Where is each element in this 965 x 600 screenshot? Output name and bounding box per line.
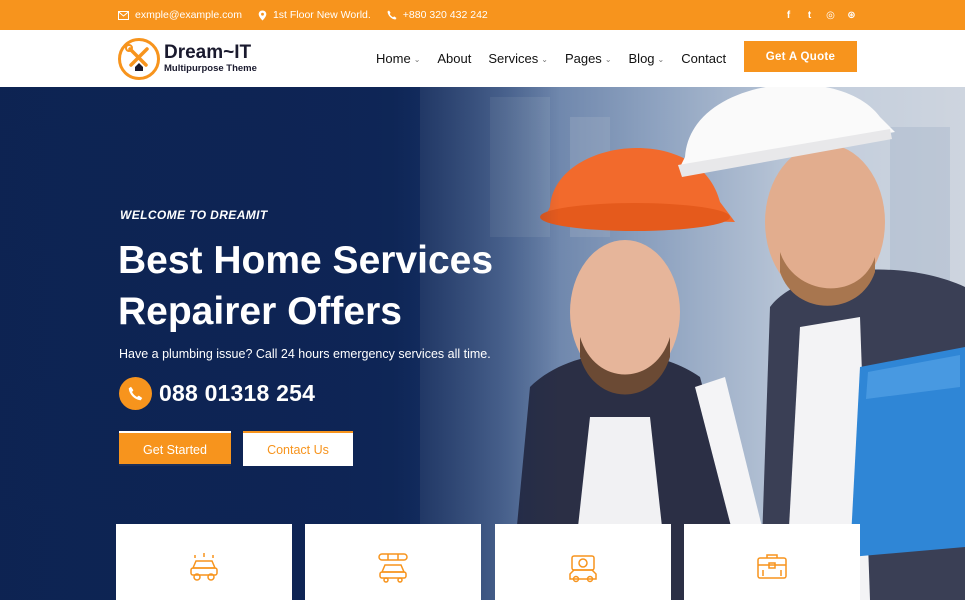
phone-text: +880 320 432 242 — [402, 9, 488, 21]
phone-icon — [387, 10, 397, 20]
service-card[interactable] — [495, 524, 671, 600]
chevron-down-icon: ⌄ — [413, 55, 421, 64]
car-wash-icon — [190, 553, 218, 581]
hero-title: Best Home Services Repairer Offers — [118, 235, 578, 337]
logo-name: Dream~IT — [164, 42, 252, 63]
hero-welcome: WELCOME TO DREAMIT — [120, 208, 268, 222]
instagram-icon[interactable]: ◎ — [825, 10, 836, 21]
tools-house-icon — [125, 44, 149, 71]
nav-item-services[interactable]: Services ⌄ — [488, 51, 548, 66]
nav-item-home[interactable]: Home ⌄ — [376, 51, 420, 66]
service-card[interactable] — [305, 524, 481, 600]
logo-tagline: Multipurpose Theme — [164, 63, 257, 74]
get-started-button[interactable]: Get Started — [119, 431, 231, 466]
chevron-down-icon: ⌄ — [541, 55, 548, 64]
nav-label: About — [437, 51, 472, 66]
nav-item-pages[interactable]: Pages ⌄ — [565, 51, 612, 66]
phone-icon — [119, 377, 152, 410]
nav-item-contact[interactable]: Contact — [681, 51, 726, 66]
dribbble-icon[interactable]: ⊛ — [846, 10, 857, 21]
chevron-down-icon: ⌄ — [657, 55, 665, 64]
car-repair-icon — [378, 553, 408, 583]
hero-subtitle: Have a plumbing issue? Call 24 hours eme… — [119, 347, 491, 361]
service-card[interactable] — [116, 524, 292, 600]
envelope-icon — [118, 10, 129, 20]
engine-service-icon — [569, 555, 597, 583]
main-nav: Home ⌄ About Services ⌄ Pages ⌄ Blog ⌄ Conta… — [376, 30, 743, 87]
email-item[interactable]: exmple@example.com — [118, 9, 242, 21]
facebook-icon[interactable]: f — [783, 10, 794, 21]
nav-item-about[interactable]: About — [437, 51, 471, 66]
nav-label: Pages — [564, 51, 602, 66]
nav-label: Blog — [628, 51, 655, 66]
nav-label: Home — [376, 51, 411, 66]
nav-label: Services — [488, 51, 539, 66]
logo-text: Dream~IT Multipurpose Theme — [164, 43, 257, 75]
logo[interactable]: Dream~IT Multipurpose Theme — [118, 38, 257, 80]
twitter-icon[interactable]: t — [804, 10, 815, 21]
logo-mark — [118, 38, 160, 80]
phone-item[interactable]: +880 320 432 242 — [387, 9, 488, 21]
contact-us-button[interactable]: Contact Us — [243, 431, 353, 466]
site-header: Dream~IT Multipurpose Theme Home ⌄ About … — [0, 30, 965, 87]
social-links: f t ◎ ⊛ — [773, 0, 857, 30]
get-a-quote-button[interactable]: Get A Quote — [744, 41, 857, 72]
chevron-down-icon: ⌄ — [604, 55, 612, 64]
email-text: exmple@example.com — [135, 9, 242, 21]
toolbox-icon — [757, 554, 787, 579]
map-pin-icon — [258, 10, 267, 20]
nav-item-blog[interactable]: Blog ⌄ — [629, 51, 665, 66]
top-contact-info: exmple@example.com 1st Floor New World. … — [118, 0, 504, 30]
top-bar: exmple@example.com 1st Floor New World. … — [0, 0, 965, 30]
nav-label: Contact — [681, 51, 727, 66]
address-item: 1st Floor New World. — [258, 9, 371, 21]
hero-phone-number: 088 01318 254 — [159, 380, 316, 406]
hero-title-line: Best Home Services — [118, 239, 494, 282]
hero-phone[interactable]: 088 01318 254 — [119, 377, 315, 410]
address-text: 1st Floor New World. — [272, 9, 371, 21]
service-card[interactable] — [684, 524, 860, 600]
hero-title-line: Repairer Offers — [118, 290, 402, 333]
